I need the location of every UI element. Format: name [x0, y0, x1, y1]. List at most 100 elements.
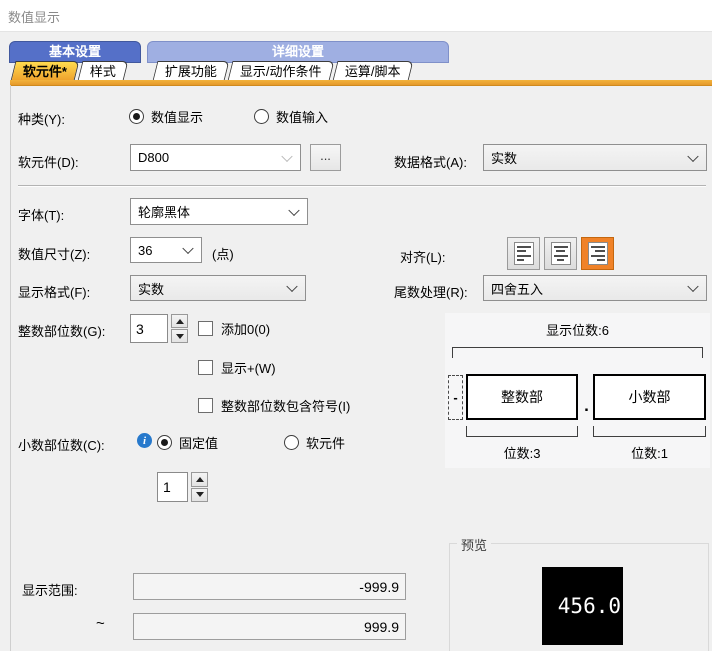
diagram-total-digits-label: 显示位数:6 [445, 320, 710, 339]
display-format-label: 显示格式(F): [18, 282, 90, 301]
radio-unselected-icon [284, 435, 299, 450]
include-sign-label: 整数部位数包含符号(I) [221, 396, 350, 415]
data-format-dropdown[interactable]: 实数 [483, 144, 707, 171]
rounding-label: 尾数处理(R): [394, 282, 468, 301]
dec-digits-radio-device[interactable]: 软元件 [284, 433, 345, 452]
kind-radio-numeric-input[interactable]: 数值输入 [254, 107, 328, 126]
data-format-label: 数据格式(A): [394, 152, 467, 171]
chevron-down-icon [281, 150, 292, 161]
show-plus-label: 显示+(W) [221, 358, 276, 377]
dec-digits-spin-down-button[interactable] [191, 488, 208, 503]
kind-radio-numeric-input-label: 数值输入 [276, 107, 328, 126]
diagram-sign-box: - [448, 375, 463, 420]
preview-label: 预览 [457, 535, 491, 554]
chevron-down-icon [687, 281, 698, 292]
diagram-decimal-box: 小数部 [593, 374, 706, 420]
diagram-decimal-point: . [580, 396, 593, 416]
align-left-button[interactable] [507, 237, 540, 270]
display-format-dropdown[interactable]: 实数 [130, 275, 306, 301]
font-label: 字体(T): [18, 205, 64, 224]
align-center-button[interactable] [544, 237, 577, 270]
font-value: 轮廓黑体 [138, 199, 190, 224]
num-size-unit: (点) [212, 244, 234, 263]
tab-extended-function[interactable]: 扩展功能 [153, 61, 230, 81]
section-divider [18, 185, 706, 187]
int-digits-label: 整数部位数(G): [18, 321, 105, 340]
triangle-up-icon [196, 477, 204, 482]
device-browse-button[interactable]: ... [310, 144, 341, 171]
range-label: 显示范围: [22, 580, 78, 599]
checkbox-unchecked-icon [198, 398, 213, 413]
checkbox-unchecked-icon [198, 321, 213, 336]
range-tilde: ~ [96, 615, 105, 632]
radio-unselected-icon [254, 109, 269, 124]
basic-tabs: 软元件* 样式 [13, 61, 129, 81]
dec-digits-radio-fixed-label: 固定值 [179, 433, 218, 452]
chevron-down-icon [286, 281, 297, 292]
diagram-integer-box: 整数部 [466, 374, 578, 420]
tab-device-label: 软元件* [23, 62, 67, 81]
num-size-label: 数值尺寸(Z): [18, 244, 90, 263]
tab-device[interactable]: 软元件* [11, 61, 80, 81]
numeric-display-dialog: 数值显示 基本设置 详细设置 软元件* 样式 扩展功能 显示/动作条件 运算/脚… [0, 0, 712, 651]
font-dropdown[interactable]: 轮廓黑体 [130, 198, 308, 225]
num-size-value: 36 [138, 238, 152, 262]
diagram-int-bracket [466, 426, 578, 437]
tab-display-action-condition-label: 显示/动作条件 [240, 62, 322, 81]
add-zero-checkbox[interactable]: 添加0(0) [198, 319, 270, 338]
tab-group-detail-settings: 详细设置 [147, 41, 449, 63]
align-center-icon [551, 242, 571, 265]
tab-style-label: 样式 [90, 62, 116, 81]
diagram-dec-count-label: 位数:1 [593, 443, 706, 462]
tab-operation-script-label: 运算/脚本 [345, 62, 401, 81]
preview-display: 456.0 [542, 567, 623, 645]
triangle-up-icon [176, 319, 184, 324]
page-title: 数值显示 [8, 7, 60, 26]
dec-digits-spin-up-button[interactable] [191, 472, 208, 487]
diagram-dec-bracket [593, 426, 706, 437]
dialog-header: 数值显示 [0, 0, 712, 32]
kind-radio-numeric-display-label: 数值显示 [151, 107, 203, 126]
int-digits-spin-up-button[interactable] [171, 314, 188, 328]
data-format-value: 实数 [491, 145, 517, 170]
tab-style[interactable]: 样式 [78, 61, 129, 81]
chevron-down-icon [288, 204, 299, 215]
tab-display-action-condition[interactable]: 显示/动作条件 [228, 61, 335, 81]
device-value: D800 [138, 145, 169, 170]
rounding-dropdown[interactable]: 四舍五入 [483, 275, 707, 301]
device-combobox[interactable]: D800 [130, 144, 301, 171]
detail-tabs: 扩展功能 显示/动作条件 运算/脚本 [155, 61, 413, 81]
dec-digits-radio-fixed[interactable]: 固定值 [157, 433, 218, 452]
triangle-down-icon [196, 492, 204, 497]
range-max-field: 999.9 [133, 613, 406, 640]
int-digits-input[interactable]: 3 [130, 314, 168, 343]
info-icon[interactable]: i [137, 433, 152, 448]
checkbox-unchecked-icon [198, 360, 213, 375]
show-plus-checkbox[interactable]: 显示+(W) [198, 358, 276, 377]
chevron-down-icon [687, 150, 698, 161]
dec-digits-input[interactable]: 1 [157, 472, 188, 502]
diagram-top-bracket [452, 347, 703, 358]
chevron-down-icon [182, 243, 193, 254]
tab-extended-function-label: 扩展功能 [165, 62, 217, 81]
preview-value: 456.0 [558, 594, 621, 618]
radio-selected-icon [157, 435, 172, 450]
dec-digits-spinner: 1 [157, 472, 208, 502]
tab-group-basic-settings: 基本设置 [9, 41, 141, 63]
diagram-int-count-label: 位数:3 [466, 443, 578, 462]
dec-digits-radio-device-label: 软元件 [306, 433, 345, 452]
triangle-down-icon [176, 334, 184, 339]
dec-digits-label: 小数部位数(C): [18, 435, 105, 454]
align-left-icon [514, 242, 534, 265]
radio-selected-icon [129, 109, 144, 124]
kind-label: 种类(Y): [18, 109, 65, 128]
align-right-button[interactable] [581, 237, 614, 270]
rounding-value: 四舍五入 [491, 276, 543, 300]
device-label: 软元件(D): [18, 152, 79, 171]
int-digits-spin-down-button[interactable] [171, 329, 188, 343]
include-sign-checkbox[interactable]: 整数部位数包含符号(I) [198, 396, 350, 415]
int-digits-spinner: 3 [130, 314, 188, 343]
kind-radio-numeric-display[interactable]: 数值显示 [129, 107, 203, 126]
num-size-dropdown[interactable]: 36 [130, 237, 202, 263]
tab-operation-script[interactable]: 运算/脚本 [332, 61, 413, 81]
